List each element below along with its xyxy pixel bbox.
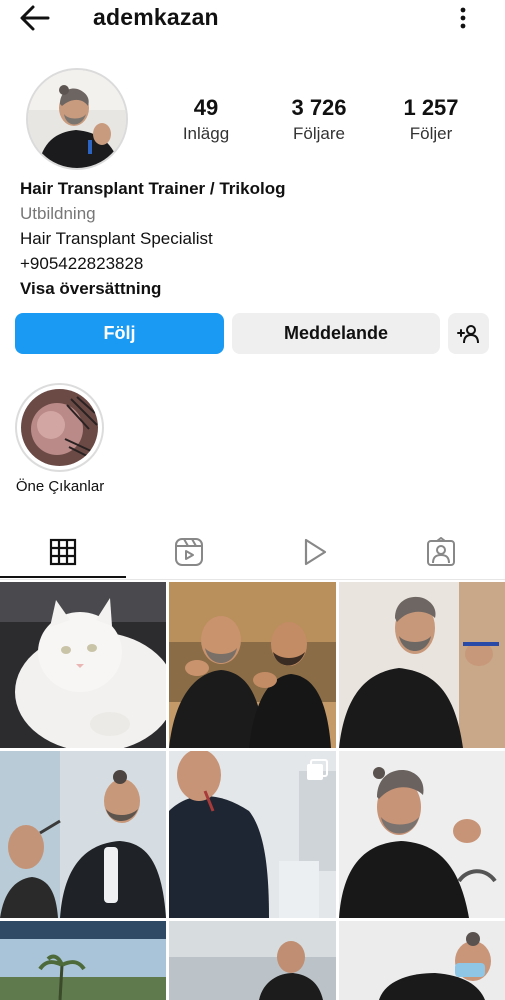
tagged-icon (427, 537, 455, 566)
top-bar: ademkazan (0, 0, 505, 40)
post-thumbnail[interactable] (0, 751, 166, 918)
bio-line: Hair Transplant Specialist (20, 229, 213, 248)
profile-username: ademkazan (93, 4, 219, 30)
post-thumbnail[interactable] (0, 582, 166, 748)
highlight-label: Öne Çıkanlar (15, 478, 105, 495)
tab-reels[interactable] (126, 526, 252, 578)
stat-followers-value: 3 726 (291, 95, 347, 120)
reels-icon (175, 538, 203, 566)
post-thumbnail[interactable] (339, 582, 505, 748)
tab-tagged[interactable] (378, 526, 504, 578)
follow-button[interactable]: Följ (15, 313, 224, 354)
active-tab-indicator (0, 576, 126, 578)
post-thumbnail[interactable] (169, 921, 336, 1000)
profile-avatar[interactable] (26, 68, 128, 170)
post-image (339, 582, 505, 748)
post-image (0, 921, 166, 1000)
profile-bio: Hair Transplant Trainer / Trikolog Utbil… (20, 176, 480, 301)
stat-posts-label: Inlägg (182, 124, 230, 143)
profile-display-name: Hair Transplant Trainer / Trikolog (20, 179, 286, 198)
suggest-users-button[interactable] (448, 313, 489, 354)
post-thumbnail[interactable] (169, 751, 336, 918)
profile-tabs (0, 526, 505, 580)
post-image (169, 582, 336, 748)
post-image (0, 751, 166, 918)
see-translation-link[interactable]: Visa översättning (20, 276, 480, 301)
stat-following[interactable]: 1 257 Följer (376, 94, 486, 146)
multiple-photos-icon (307, 759, 328, 780)
tab-videos[interactable] (252, 526, 378, 578)
post-image (339, 921, 505, 1000)
stat-posts-value: 49 (193, 95, 219, 120)
arrow-left-icon[interactable] (18, 4, 52, 32)
stat-followers[interactable]: 3 726 Följare (264, 94, 374, 146)
avatar-image (28, 70, 126, 168)
stat-posts[interactable]: 49 Inlägg (151, 94, 261, 146)
post-thumbnail[interactable] (0, 921, 166, 1000)
post-image (339, 751, 505, 918)
highlight-item[interactable] (15, 383, 104, 472)
stat-followers-label: Följare (293, 124, 345, 143)
add-person-icon (456, 324, 479, 343)
tab-posts-grid[interactable] (0, 526, 126, 578)
message-button[interactable]: Meddelande (232, 313, 440, 354)
highlight-cover (21, 389, 98, 466)
stat-following-value: 1 257 (403, 95, 459, 120)
post-image (169, 921, 336, 1000)
stat-following-label: Följer (409, 124, 453, 143)
post-thumbnail[interactable] (339, 921, 505, 1000)
play-icon (304, 538, 327, 566)
kebab-menu-icon[interactable] (452, 6, 474, 32)
post-thumbnail[interactable] (169, 582, 336, 748)
post-image (0, 582, 166, 748)
grid-icon (49, 538, 77, 566)
profile-category: Utbildning (20, 204, 96, 223)
post-thumbnail[interactable] (339, 751, 505, 918)
bio-phone[interactable]: +905422823828 (20, 251, 480, 276)
